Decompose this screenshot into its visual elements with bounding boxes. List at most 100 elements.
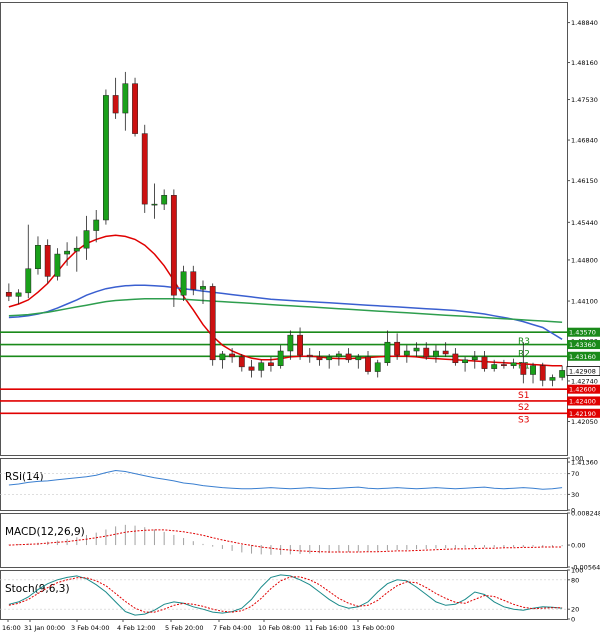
y-tick-label: 0.008248	[571, 510, 600, 518]
candle	[54, 253, 61, 277]
candle	[520, 362, 527, 375]
candle	[500, 364, 507, 366]
candle	[83, 230, 90, 249]
candle	[268, 362, 274, 366]
y-tick-label: 1.46840	[571, 137, 598, 145]
x-tick-label: 4 Feb 12:00	[117, 624, 156, 632]
candle	[141, 133, 148, 205]
y-tick-label: 1.42740	[571, 377, 598, 385]
candle	[161, 195, 168, 205]
candle	[394, 341, 401, 356]
candle	[403, 350, 410, 356]
y-tick-label: 100	[571, 567, 583, 575]
candle	[559, 370, 566, 378]
candle	[170, 195, 177, 296]
candle	[452, 353, 459, 364]
candle	[44, 244, 51, 277]
y-tick-label: 0.00	[571, 542, 585, 550]
y-tick-label: 1.45440	[571, 219, 598, 227]
candle	[209, 286, 216, 361]
candle	[287, 334, 294, 352]
candle	[103, 95, 109, 221]
y-tick-label: 30	[571, 491, 579, 499]
current-price-label: 1.42908	[569, 368, 596, 376]
candle	[442, 350, 449, 355]
x-tick-label: 5 Feb 20:00	[165, 624, 204, 632]
candle	[481, 356, 488, 369]
candle	[180, 271, 187, 296]
panel-frame	[0, 458, 568, 511]
level-name-r2: R2	[518, 350, 530, 360]
candle	[35, 244, 41, 269]
level-name-s1: S1	[518, 391, 529, 401]
candle	[471, 356, 478, 361]
candle	[64, 250, 71, 255]
price-panel: 1.48840 1.48160 1.47530 1.46840 1.46150 1.454…	[0, 2, 600, 467]
candle	[5, 291, 12, 297]
y-tick-label: 1.48160	[571, 59, 598, 67]
x-axis: 16:00 31 Jan 00:00 3 Feb 04:00 4 Feb 12:00 5…	[2, 619, 395, 632]
candle	[423, 347, 430, 358]
y-tick-label: 1.46150	[571, 177, 598, 185]
candle	[200, 286, 206, 290]
macd-panel: 0.0082480.00-0.005647MACD(12,26,9)	[0, 510, 600, 572]
candle	[539, 365, 546, 381]
level-name-s3: S3	[518, 415, 529, 425]
x-tick-label: 31 Jan 00:00	[24, 624, 65, 632]
candle	[190, 271, 197, 290]
level-value-label: 1.43570	[569, 329, 596, 337]
y-tick-label: 1.44100	[571, 298, 598, 306]
candle	[433, 350, 439, 358]
candle	[238, 356, 245, 368]
y-tick-label: 70	[571, 470, 579, 478]
candle	[132, 83, 138, 134]
level-value-label: 1.43160	[569, 353, 596, 361]
candle	[510, 362, 517, 366]
panel-frame	[0, 2, 568, 456]
candle	[229, 353, 236, 358]
forex-chart: 1.48840 1.48160 1.47530 1.46840 1.46150 1.454…	[0, 2, 600, 632]
level-value-label: 1.42190	[569, 410, 596, 418]
x-tick-label: 7 Feb 04:00	[213, 624, 252, 632]
panel-title: Stoch(9,6,3)	[5, 583, 70, 595]
x-tick-label: 3 Feb 04:00	[71, 624, 110, 632]
candle	[219, 353, 226, 361]
panel-frame	[0, 513, 568, 568]
stoch-panel: 10080 20 0 Stoch(9,6,3)	[0, 567, 583, 624]
candle	[355, 356, 362, 361]
candle	[15, 292, 22, 297]
y-tick-label: 1.47530	[571, 96, 598, 104]
level-name-s2: S2	[518, 403, 529, 413]
candle	[297, 334, 303, 356]
candle	[93, 219, 100, 231]
candle	[258, 362, 265, 371]
candle	[151, 203, 158, 206]
candle	[365, 356, 371, 372]
x-tick-label: 13 Feb 00:00	[352, 624, 395, 632]
candle	[112, 95, 119, 114]
y-tick-label: 80	[571, 576, 579, 584]
y-tick-label: 0	[571, 616, 575, 624]
level-value-label: 1.42600	[569, 386, 596, 394]
candle	[122, 83, 129, 114]
candle	[462, 359, 468, 364]
candle	[326, 356, 333, 361]
candle	[413, 347, 420, 352]
level-name-r3: R3	[518, 337, 530, 347]
candle	[491, 364, 498, 369]
candle	[335, 353, 342, 358]
candle	[530, 365, 536, 375]
candle	[306, 354, 313, 358]
candle	[277, 350, 284, 366]
panel-frame	[0, 570, 568, 620]
level-value-label: 1.43360	[569, 341, 596, 349]
candle	[25, 268, 32, 294]
y-tick-label: 1.48840	[571, 19, 598, 27]
y-tick-label: 20	[571, 606, 579, 614]
y-tick-label: 100	[571, 455, 583, 463]
x-tick-label: 10 Feb 08:00	[258, 624, 301, 632]
rsi-panel: 10070300RSI(14)	[0, 455, 583, 515]
candle	[316, 356, 323, 361]
candle	[384, 341, 391, 364]
y-tick-label: 1.44800	[571, 256, 598, 264]
